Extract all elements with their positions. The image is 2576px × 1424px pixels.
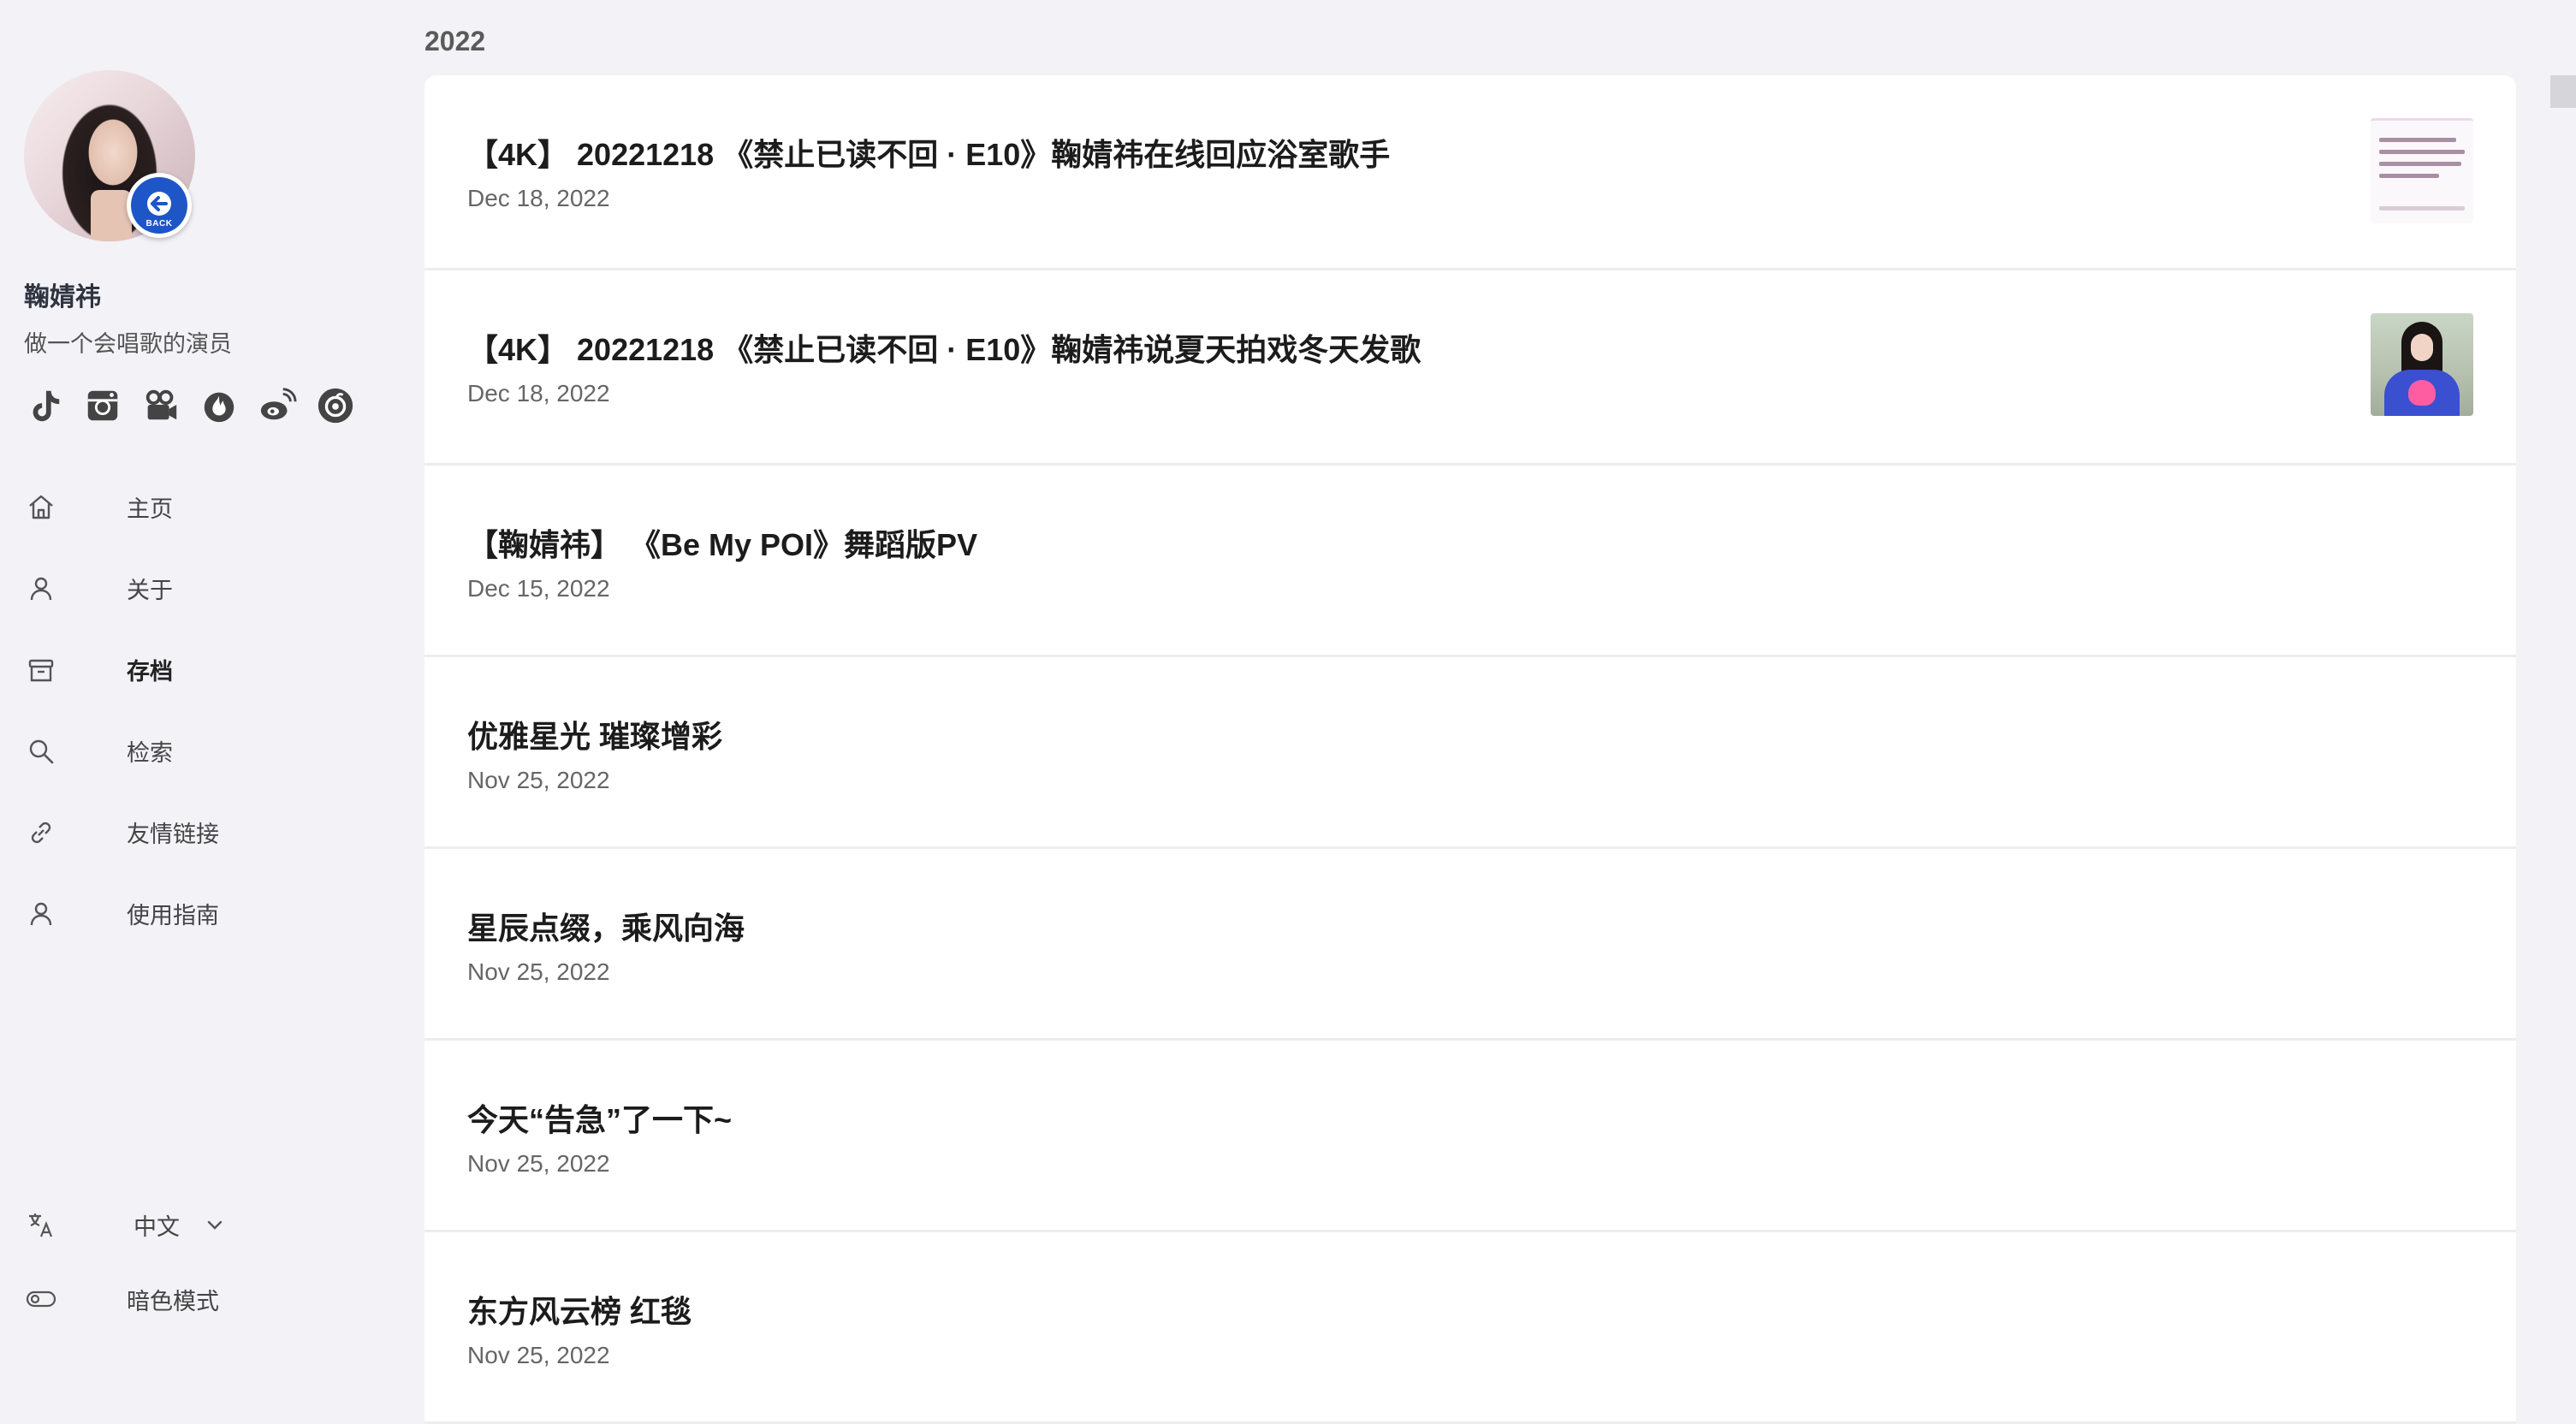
- post-date: Nov 25, 2022: [467, 1342, 610, 1368]
- post-card[interactable]: 【4K】 20221218 《禁止已读不回 · E10》鞠婧祎在线回应浴室歌手 …: [424, 75, 2516, 270]
- video-camera-icon[interactable]: [140, 385, 181, 426]
- nav-item-label: 检索: [127, 740, 173, 766]
- post-title[interactable]: 【4K】 20221218 《禁止已读不回 · E10》鞠婧祎说夏天拍戏冬天发歌: [467, 325, 1421, 370]
- tiktok-icon[interactable]: [24, 385, 65, 426]
- nav-item-label: 友情链接: [127, 822, 219, 847]
- nav-item-archive[interactable]: 存档: [24, 629, 219, 710]
- dark-mode-toggle[interactable]: 暗色模式: [24, 1275, 219, 1323]
- arrow-left-icon: [147, 192, 171, 216]
- social-links: [24, 385, 356, 426]
- profile-bio: 做一个会唱歌的演员: [24, 331, 232, 357]
- user-icon: [24, 897, 58, 931]
- post-title[interactable]: 今天“告急”了一下~: [467, 1095, 732, 1140]
- nav-item-guide[interactable]: 使用指南: [24, 873, 219, 954]
- nav-item-label: 关于: [127, 578, 173, 603]
- nav-item-label: 存档: [127, 659, 173, 685]
- post-card[interactable]: 【鞠婧祎】 《Be My POI》舞蹈版PV Dec 15, 2022: [424, 466, 2516, 657]
- nav-item-about[interactable]: 关于: [24, 548, 219, 629]
- netease-music-icon[interactable]: [315, 385, 356, 426]
- back-badge[interactable]: BACK: [127, 173, 192, 238]
- archive-icon: [24, 653, 58, 687]
- profile-name: 鞠婧祎: [24, 283, 101, 312]
- post-title[interactable]: 【4K】 20221218 《禁止已读不回 · E10》鞠婧祎在线回应浴室歌手: [467, 130, 1390, 175]
- nav-item-links[interactable]: 友情链接: [24, 792, 219, 873]
- post-card[interactable]: 今天“告急”了一下~ Nov 25, 2022: [424, 1041, 2516, 1232]
- post-date: Nov 25, 2022: [467, 767, 610, 793]
- link-icon: [24, 816, 58, 850]
- back-badge-label: BACK: [145, 219, 173, 228]
- post-title[interactable]: 优雅星光 璀璨增彩: [467, 712, 722, 756]
- nav-item-home[interactable]: 主页: [24, 466, 219, 548]
- nav-item-label: 主页: [127, 496, 173, 522]
- language-label: 中文: [134, 1213, 180, 1240]
- post-date: Nov 25, 2022: [467, 1150, 610, 1177]
- flame-icon[interactable]: [199, 385, 240, 426]
- translate-icon: [24, 1207, 58, 1242]
- instagram-icon[interactable]: [82, 385, 123, 426]
- post-thumbnail[interactable]: [2371, 313, 2473, 416]
- post-card[interactable]: 【4K】 20221218 《禁止已读不回 · E10》鞠婧祎说夏天拍戏冬天发歌…: [424, 270, 2516, 466]
- post-date: Dec 18, 2022: [467, 185, 610, 211]
- weibo-icon[interactable]: [257, 385, 298, 426]
- sidebar: BACK 鞠婧祎 做一个会唱歌的演员 主页 关于 存档 检索 友情链接 使用指南…: [0, 0, 402, 1356]
- post-title[interactable]: 东方风云榜 红毯: [467, 1287, 691, 1332]
- post-date: Dec 18, 2022: [467, 380, 610, 406]
- dark-mode-label: 暗色模式: [127, 1288, 219, 1314]
- post-card[interactable]: 优雅星光 璀璨增彩 Nov 25, 2022: [424, 657, 2516, 849]
- language-selector[interactable]: 中文: [24, 1201, 226, 1249]
- chevron-down-icon: [207, 1220, 223, 1230]
- post-date: Dec 15, 2022: [467, 575, 610, 602]
- toggle-icon: [24, 1282, 58, 1316]
- post-title[interactable]: 【鞠婧祎】 《Be My POI》舞蹈版PV: [467, 520, 977, 565]
- user-icon: [24, 572, 58, 606]
- post-thumbnail[interactable]: [2371, 118, 2473, 223]
- post-title[interactable]: 星辰点缀，乘风向海: [467, 904, 745, 948]
- post-card[interactable]: 星辰点缀，乘风向海 Nov 25, 2022: [424, 849, 2516, 1041]
- post-list: 【4K】 20221218 《禁止已读不回 · E10》鞠婧祎在线回应浴室歌手 …: [424, 75, 2516, 1424]
- archive-year: 2022: [424, 26, 486, 56]
- nav-item-label: 使用指南: [127, 903, 219, 929]
- scrollbar-thumb[interactable]: [2550, 75, 2576, 108]
- sidebar-nav: 主页 关于 存档 检索 友情链接 使用指南: [24, 466, 219, 954]
- post-date: Nov 25, 2022: [467, 958, 610, 985]
- search-icon: [24, 734, 58, 768]
- nav-item-search[interactable]: 检索: [24, 710, 219, 792]
- avatar[interactable]: BACK: [24, 70, 195, 241]
- post-card[interactable]: 东方风云榜 红毯 Nov 25, 2022: [424, 1232, 2516, 1424]
- home-icon: [24, 490, 58, 525]
